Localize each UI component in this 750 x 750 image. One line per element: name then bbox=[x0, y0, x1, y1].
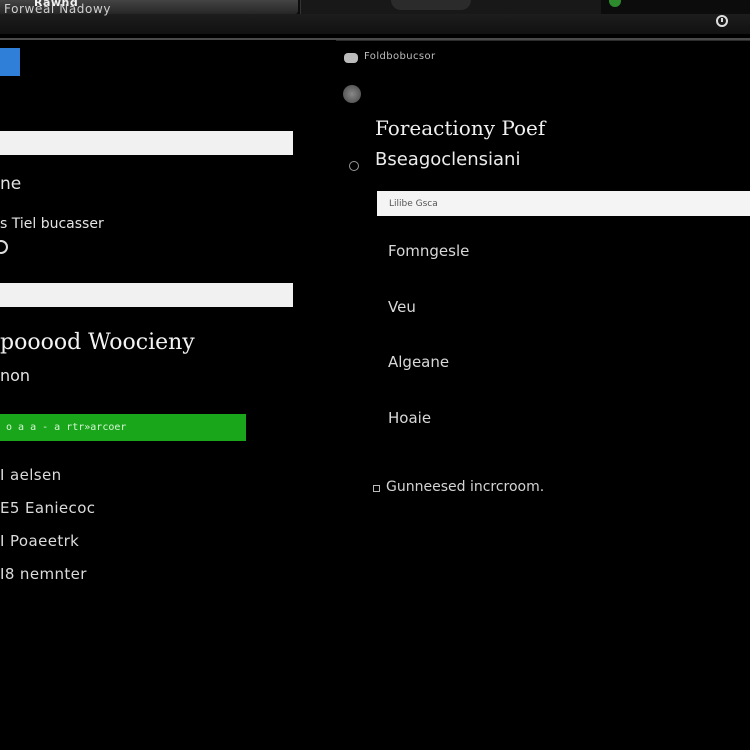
bullet-icon bbox=[373, 485, 380, 492]
clock-icon[interactable] bbox=[716, 15, 728, 27]
panel-input[interactable] bbox=[377, 191, 750, 216]
menu-item[interactable]: Fomngesle bbox=[388, 242, 469, 260]
menu-item[interactable]: Veu bbox=[388, 298, 416, 316]
left-list-item[interactable]: I aelsen bbox=[0, 466, 95, 499]
footer-link[interactable]: Gunneesed incrcroom. bbox=[386, 479, 544, 495]
window-title: Forweal Nadowy bbox=[4, 2, 112, 16]
app-logo-icon[interactable] bbox=[0, 48, 20, 76]
thumbnail-shape bbox=[391, 0, 471, 10]
left-heading: pooood Woocieny bbox=[0, 330, 195, 355]
title-bar bbox=[0, 14, 750, 34]
menu-item[interactable]: Hoaie bbox=[388, 409, 431, 427]
primary-action-button[interactable]: o a a - a rtr»arcoer bbox=[0, 414, 246, 441]
left-list-item[interactable]: I8 nemnter bbox=[0, 565, 95, 598]
left-input-field-1[interactable] bbox=[0, 131, 293, 155]
tab-thumbnail[interactable] bbox=[300, 0, 621, 14]
left-list-item[interactable]: I Poaeetrk bbox=[0, 532, 95, 565]
panel-subtitle: Bseagoclensiani bbox=[375, 149, 521, 170]
left-list: I aelsen E5 Eaniecoc I Poaeetrk I8 nemnt… bbox=[0, 466, 95, 598]
panel-header: Foldbobucsor bbox=[364, 51, 436, 62]
left-list-item[interactable]: E5 Eaniecoc bbox=[0, 499, 95, 532]
menu-item[interactable]: Algeane bbox=[388, 353, 449, 371]
panel-title: Foreactiony Poef bbox=[375, 116, 546, 140]
right-panel-divider bbox=[336, 40, 750, 41]
avatar[interactable] bbox=[343, 85, 361, 103]
radio-button[interactable] bbox=[349, 161, 359, 171]
radio-icon[interactable] bbox=[0, 240, 8, 254]
left-label-2: s Tiel bucasser bbox=[0, 216, 104, 232]
left-label-1: ne bbox=[0, 174, 22, 194]
left-input-field-2[interactable] bbox=[0, 283, 293, 307]
settings-icon[interactable] bbox=[344, 53, 358, 63]
left-subheading: non bbox=[0, 366, 31, 385]
